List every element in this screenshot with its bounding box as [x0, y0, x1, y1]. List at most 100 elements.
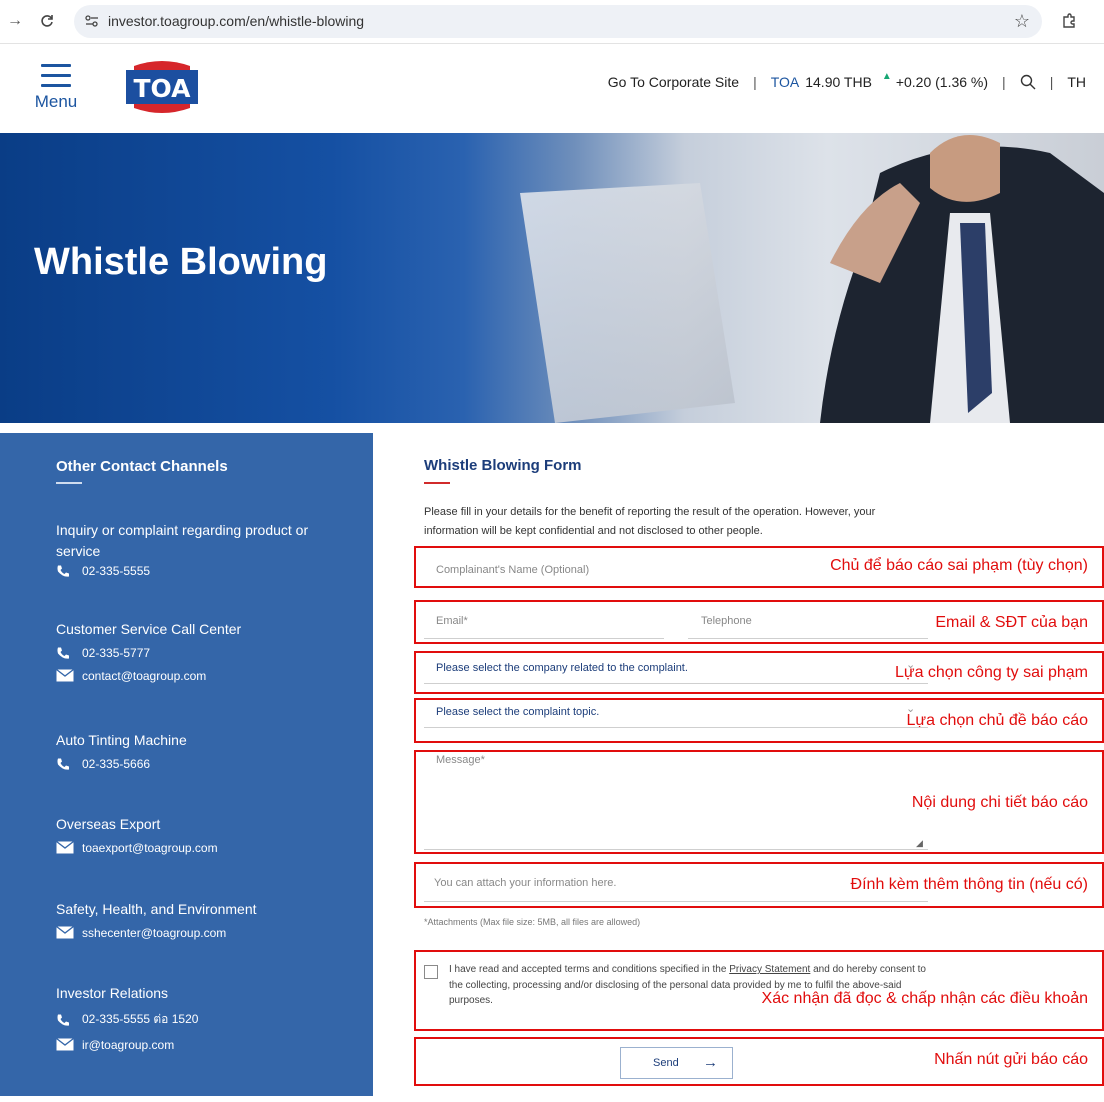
contact-group: Overseas Export toaexport@toagroup.com [56, 814, 346, 855]
consent-text-start: I have read and accepted terms and condi… [449, 964, 730, 975]
divider: | [1002, 74, 1006, 90]
phone-icon [56, 1013, 74, 1027]
url-text: investor.toagroup.com/en/whistle-blowing [108, 13, 365, 29]
name-placeholder: Complainant's Name (Optional) [436, 564, 590, 576]
contact-email[interactable]: toaexport@toagroup.com [56, 840, 346, 855]
annotation-label: Lựa chọn chủ đề báo cáo [906, 712, 1088, 729]
phone-icon [56, 757, 74, 771]
attach-placeholder: You can attach your information here. [434, 877, 617, 889]
site-settings-icon[interactable] [84, 13, 100, 29]
page-title: Whistle Blowing [34, 241, 328, 283]
contact-group-title: Safety, Health, and Environment [56, 901, 257, 917]
topic-select-value: Please select the complaint topic. [436, 706, 600, 718]
contact-phone[interactable]: 02-335-5777 [56, 646, 346, 660]
contact-phone[interactable]: 02-335-5555 ต่อ 1520 [56, 1010, 346, 1029]
contact-group: Investor Relations 02-335-5555 ต่อ 1520 … [56, 983, 346, 1052]
back-arrow-icon[interactable]: → [4, 10, 26, 32]
field-underline [688, 638, 928, 639]
up-triangle-icon: ▲ [881, 70, 892, 82]
svg-text:TOA: TOA [134, 74, 192, 103]
phone-icon [56, 646, 74, 660]
attachment-input[interactable]: You can attach your information here. [424, 868, 928, 902]
annotation-label: Chủ để báo cáo sai phạm (tùy chọn) [830, 557, 1088, 574]
arrow-right-icon: → [703, 1054, 718, 1071]
site-header: Menu TOA Go To Corporate Site | TOA 14.9… [0, 44, 1104, 133]
title-underline [424, 482, 450, 484]
annotation-label: Nhấn nút gửi báo cáo [934, 1051, 1088, 1068]
contact-phone[interactable]: 02-335-5666 [56, 757, 346, 771]
contact-group: Customer Service Call Center 02-335-5777… [56, 619, 346, 683]
annotation-box-send: Nhấn nút gửi báo cáo [414, 1037, 1104, 1086]
topic-select[interactable]: Please select the complaint topic. ⌄ [424, 702, 928, 728]
sidebar-title: Other Contact Channels [56, 458, 228, 475]
email-placeholder: Email* [436, 615, 468, 627]
privacy-statement-link[interactable]: Privacy Statement [729, 964, 810, 975]
contact-group: Safety, Health, and Environment sshecent… [56, 899, 346, 940]
stock-change: +0.20 (1.36 %) [895, 74, 989, 90]
language-toggle[interactable]: TH [1067, 74, 1086, 90]
browser-toolbar: → investor.toagroup.com/en/whistle-blowi… [0, 0, 1104, 44]
company-select[interactable]: Please select the company related to the… [424, 656, 928, 684]
send-label: Send [653, 1057, 679, 1069]
field-underline [424, 683, 928, 684]
chevron-down-icon: ⌄ [906, 703, 916, 715]
form-title: Whistle Blowing Form [424, 457, 582, 474]
reload-icon[interactable] [36, 10, 58, 32]
message-textarea[interactable]: Message* ◢ [424, 752, 928, 850]
mail-icon [56, 668, 74, 683]
divider: | [1049, 74, 1054, 90]
resize-handle-icon[interactable]: ◢ [916, 838, 923, 849]
email-address: toaexport@toagroup.com [82, 841, 218, 855]
email-address: contact@toagroup.com [82, 669, 207, 683]
contact-phone[interactable]: 02-335-5555 [56, 564, 346, 578]
contact-group-title: Overseas Export [56, 816, 161, 832]
field-underline [424, 849, 928, 850]
menu-label: Menu [34, 92, 78, 111]
name-input[interactable]: Complainant's Name (Optional) [424, 556, 794, 582]
contact-email[interactable]: sshecenter@toagroup.com [56, 925, 346, 940]
field-underline [424, 638, 664, 639]
phone-icon [56, 564, 74, 578]
contact-group-title: Customer Service Call Center [56, 621, 242, 637]
telephone-field[interactable]: Telephone [688, 610, 928, 640]
contact-sidebar: Other Contact Channels Inquiry or compla… [0, 433, 373, 1096]
field-underline [424, 727, 928, 728]
stock-price: 14.90 THB [805, 74, 872, 90]
phone-number: 02-335-5555 [82, 564, 151, 578]
annotation-label: Nội dung chi tiết báo cáo [911, 794, 1088, 811]
consent-text: I have read and accepted terms and condi… [449, 962, 933, 1009]
address-bar[interactable]: investor.toagroup.com/en/whistle-blowing… [74, 5, 1042, 38]
field-underline [424, 901, 928, 902]
corporate-site-link[interactable]: Go To Corporate Site [608, 74, 739, 90]
email-field[interactable]: Email* [424, 610, 664, 640]
search-icon[interactable] [1020, 74, 1036, 90]
mail-icon [56, 1037, 74, 1052]
hero-banner: Whistle Blowing [0, 133, 1104, 423]
divider: | [753, 74, 757, 90]
send-button[interactable]: Send → [620, 1047, 733, 1079]
email-address: sshecenter@toagroup.com [82, 926, 227, 940]
attachment-note: *Attachments (Max file size: 5MB, all fi… [424, 917, 641, 927]
bookmark-star-icon[interactable]: ☆ [1014, 11, 1030, 32]
hamburger-icon [30, 62, 82, 87]
stock-symbol: TOA [770, 74, 800, 90]
contact-group: Auto Tinting Machine 02-335-5666 [56, 730, 346, 771]
contact-group-title: Inquiry or complaint regarding product o… [56, 522, 309, 559]
email-address: ir@toagroup.com [82, 1038, 175, 1052]
contact-group: Inquiry or complaint regarding product o… [56, 520, 346, 578]
contact-email[interactable]: ir@toagroup.com [56, 1037, 346, 1052]
message-placeholder: Message* [436, 754, 485, 766]
phone-number: 02-335-5777 [82, 646, 151, 660]
mail-icon [56, 840, 74, 855]
extensions-icon[interactable] [1058, 10, 1080, 32]
contact-email[interactable]: contact@toagroup.com [56, 668, 346, 683]
toa-logo[interactable]: TOA [124, 58, 200, 118]
phone-number: 02-335-5666 [82, 757, 151, 771]
contact-group-title: Investor Relations [56, 985, 169, 1001]
consent-checkbox[interactable] [424, 965, 438, 979]
form-description: Please fill in your details for the bene… [424, 506, 876, 537]
phone-number: 02-335-5555 ต่อ 1520 [82, 1012, 199, 1026]
menu-button[interactable]: Menu [30, 62, 82, 114]
chevron-down-icon: ⌄ [906, 659, 916, 671]
header-utilities: Go To Corporate Site | TOA 14.90 THB ▲ +… [608, 70, 1086, 91]
